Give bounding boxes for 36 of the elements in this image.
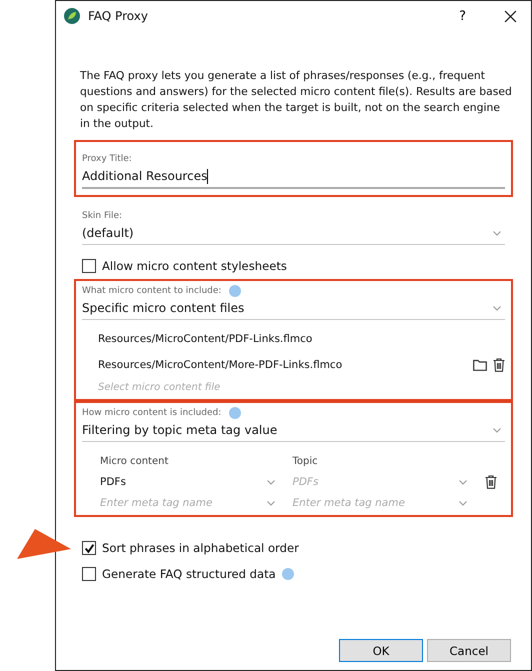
chevron-down-icon bbox=[493, 230, 501, 236]
chevron-down-icon bbox=[459, 480, 467, 484]
field-label: Skin File: bbox=[82, 211, 122, 221]
chevron-down-icon bbox=[266, 480, 274, 484]
folder-icon[interactable] bbox=[473, 359, 487, 371]
column-header: Topic bbox=[292, 456, 319, 467]
proxy-title-field[interactable]: Additional Resources bbox=[82, 165, 505, 189]
chevron-down-icon bbox=[493, 306, 501, 310]
micro-content-dropdown[interactable]: PDFs bbox=[100, 476, 278, 488]
description-text: The FAQ proxy lets you generate a list of phrases/responses (e.g., frequent questions and answers) for the selected micro content file(s). Results are based on specific criteria selected when the target is built, not on the search engine in the output. bbox=[80, 68, 513, 132]
app-logo-icon bbox=[64, 8, 80, 24]
checkbox-label: Sort phrases in alphabetical order bbox=[102, 541, 299, 555]
checkbox[interactable] bbox=[82, 567, 96, 581]
content-include-dropdown[interactable]: Specific micro content files bbox=[82, 297, 505, 320]
close-icon[interactable] bbox=[504, 10, 517, 22]
file-path[interactable]: Resources/MicroContent/More-PDF-Links.flmco bbox=[98, 359, 467, 371]
column-header: Micro content bbox=[100, 456, 170, 467]
skin-file-dropdown[interactable]: (default) bbox=[82, 222, 505, 245]
checkbox[interactable] bbox=[82, 259, 96, 273]
trash-icon[interactable] bbox=[493, 358, 505, 372]
help-button[interactable]: ? bbox=[453, 8, 472, 24]
chevron-down-icon bbox=[459, 500, 467, 506]
checkbox-label: Generate FAQ structured data bbox=[102, 567, 276, 581]
trash-icon[interactable] bbox=[485, 475, 497, 489]
field-label: Proxy Title: bbox=[82, 154, 132, 164]
checkbox[interactable] bbox=[82, 541, 96, 555]
field-label: How micro content is included: bbox=[82, 408, 222, 418]
chevron-down-icon bbox=[266, 500, 274, 506]
chevron-down-icon bbox=[493, 428, 501, 432]
ok-button[interactable]: OK bbox=[339, 639, 423, 662]
field-label: What micro content to include: bbox=[82, 286, 222, 296]
window-title: FAQ Proxy bbox=[88, 9, 149, 23]
checkbox-label: Allow micro content stylesheets bbox=[102, 259, 287, 273]
cancel-button[interactable]: Cancel bbox=[427, 639, 511, 662]
filter-dropdown[interactable]: Filtering by topic meta tag value bbox=[82, 419, 505, 442]
file-path[interactable]: Resources/MicroContent/PDF-Links.flmco bbox=[98, 333, 505, 345]
